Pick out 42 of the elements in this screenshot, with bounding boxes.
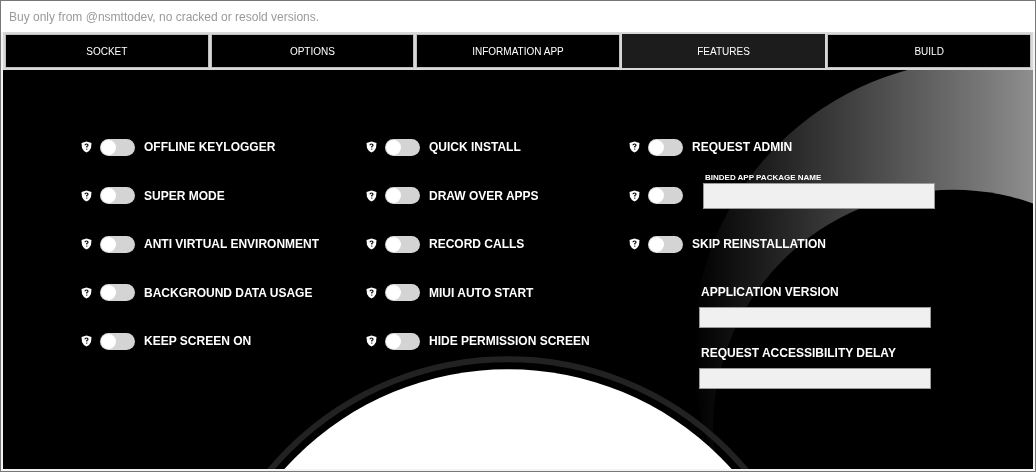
tab[interactable]: INFORMATION APP [416,34,620,68]
toggle-switch[interactable] [385,187,420,205]
toggle-switch[interactable] [385,284,420,302]
tab[interactable]: FEATURES [621,34,826,68]
toggle-label: MIUI AUTO START [429,284,534,302]
toggle-label: QUICK INSTALL [429,139,521,157]
toggle-label: BACKGROUND DATA USAGE [144,284,313,302]
shield-question-icon [366,335,377,348]
shield-question-icon [81,335,92,348]
field-label: REQUEST ACCESSIBILITY DELAY [700,344,897,362]
toggle-label: ANTI VIRTUAL ENVIRONMENT [144,236,320,254]
tab[interactable]: OPTIONS [210,34,415,68]
shield-question-icon [629,189,640,202]
input-field[interactable] [699,306,931,328]
toggle-switch[interactable] [100,187,135,205]
shield-question-icon [81,189,92,202]
toggle-label: HIDE PERMISSION SCREEN [429,333,590,351]
shield-question-icon [366,141,377,154]
toggle-switch[interactable] [648,187,683,205]
shield-question-icon [366,238,377,251]
tab[interactable]: BUILD [827,34,1031,68]
toggle-label: REQUEST ADMIN [692,139,793,157]
toggle-label: SUPER MODE [144,187,225,205]
tab[interactable]: SOCKET [5,34,209,68]
shield-question-icon [81,238,92,251]
toggle-label: SKIP REINSTALLATION [692,236,826,254]
shield-question-icon [366,286,377,299]
toggle-switch[interactable] [100,284,135,302]
shield-question-icon [629,238,640,251]
window-title: Buy only from @nsmttodev, no cracked or resold versions. [9,8,320,26]
toggle-label: RECORD CALLS [429,236,525,254]
shield-question-icon [366,189,377,202]
toggle-label: KEEP SCREEN ON [144,333,252,351]
input-field[interactable] [703,183,935,210]
shield-question-icon [81,141,92,154]
field-label: BINDED APP PACKAGE NAME [704,172,823,184]
toggle-label: DRAW OVER APPS [429,187,539,205]
shield-question-icon [81,286,92,299]
shield-question-icon [629,141,640,154]
input-field[interactable] [699,367,931,389]
toggle-label: OFFLINE KEYLOGGER [144,139,276,157]
field-label: APPLICATION VERSION [700,283,840,301]
